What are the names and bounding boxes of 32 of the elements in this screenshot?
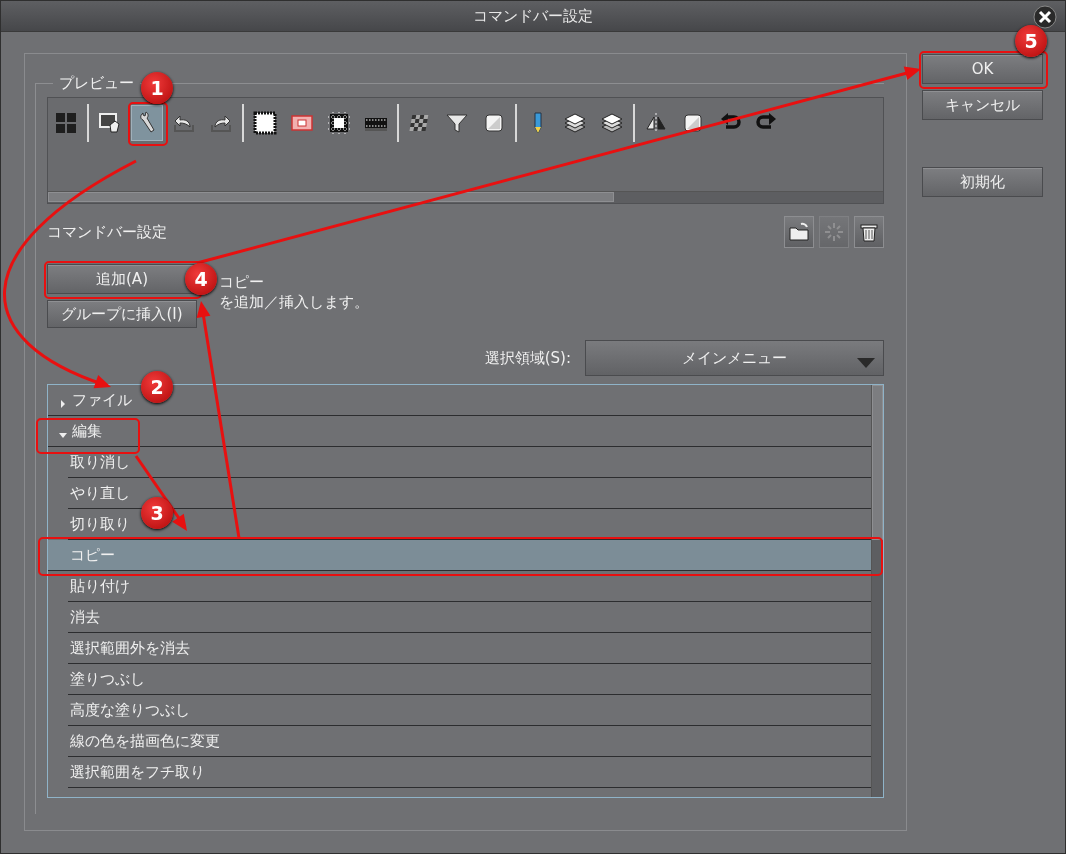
highlight-frame: [128, 102, 168, 146]
scrollbar-thumb[interactable]: [48, 192, 614, 202]
tree-item[interactable]: コピー: [48, 540, 871, 571]
description-text: コピー: [219, 272, 265, 292]
description-text: を追加／挿入します。: [219, 292, 369, 312]
ok-button[interactable]: OK: [922, 54, 1043, 84]
step-badge: 2: [141, 371, 173, 403]
window-title: コマンドバー設定: [473, 6, 593, 26]
insert-group-button[interactable]: グループに挿入(I): [47, 300, 197, 328]
tree-item[interactable]: 取り消し: [68, 447, 871, 478]
trash-icon[interactable]: [854, 216, 884, 248]
section-label: コマンドバー設定: [47, 222, 167, 242]
step-badge: 1: [141, 72, 173, 104]
cancel-button[interactable]: キャンセル: [922, 90, 1043, 120]
group-label: プレビュー: [58, 74, 135, 93]
step-badge: 4: [185, 263, 217, 295]
folder-icon[interactable]: [784, 216, 814, 248]
tree-item[interactable]: 貼り付け: [68, 571, 871, 602]
tree-item[interactable]: 消去: [68, 602, 871, 633]
field-label: 選択領域(S):: [484, 348, 571, 368]
tree-item[interactable]: 選択範囲外を消去: [68, 633, 871, 664]
close-icon[interactable]: [1033, 5, 1057, 29]
tree-item[interactable]: 塗りつぶし: [68, 664, 871, 695]
scrollbar-thumb[interactable]: [872, 385, 883, 540]
area-dropdown[interactable]: メインメニュー: [585, 340, 884, 376]
step-badge: 3: [141, 497, 173, 529]
tree-item[interactable]: 編集: [48, 416, 871, 447]
tree-item[interactable]: 線の色を描画色に変更: [68, 726, 871, 757]
wrench-icon[interactable]: [131, 105, 163, 141]
tree-item[interactable]: 高度な塗りつぶし: [68, 695, 871, 726]
reset-button[interactable]: 初期化: [922, 167, 1043, 197]
tree-item[interactable]: 選択範囲をフチ取り: [68, 757, 871, 788]
